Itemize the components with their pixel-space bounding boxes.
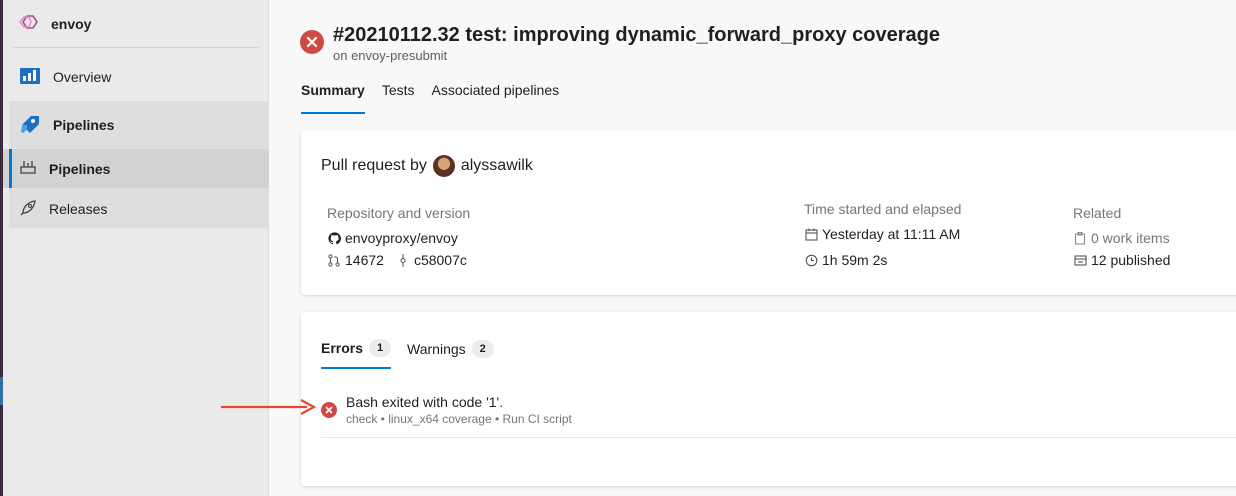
error-message: Bash exited with code '1'.: [346, 394, 504, 410]
published-artifacts-link[interactable]: 12 published: [1091, 252, 1170, 268]
pipeline-subtitle[interactable]: on envoy-presubmit: [333, 48, 447, 63]
project-header[interactable]: envoy: [3, 0, 269, 48]
error-count-badge: 1: [369, 339, 392, 357]
error-list-item[interactable]: Bash exited with code '1'. check • linux…: [321, 394, 1236, 438]
repository-header: Repository and version: [327, 205, 471, 221]
sidebar-item-label: Overview: [53, 69, 112, 85]
repository-name[interactable]: envoyproxy/envoy: [345, 230, 458, 246]
sidebar: envoy Overview Pipelines Pipelines Relea…: [3, 0, 269, 496]
project-name: envoy: [51, 16, 92, 32]
calendar-icon: [804, 227, 818, 241]
work-items-link[interactable]: 0 work items: [1091, 230, 1170, 246]
sidebar-item-pipelines-sub[interactable]: Pipelines: [3, 149, 269, 188]
avatar: [432, 155, 455, 177]
selected-indicator: [9, 149, 12, 188]
run-tabs: Summary Tests Associated pipelines: [301, 82, 576, 114]
pull-request-icon: [327, 253, 341, 267]
rocket-icon: [19, 199, 37, 220]
tab-label: Warnings: [407, 341, 466, 357]
start-time: Yesterday at 11:11 AM: [822, 226, 961, 242]
tab-label: Errors: [321, 340, 364, 356]
tab-summary[interactable]: Summary: [301, 82, 365, 114]
sidebar-item-overview[interactable]: Overview: [3, 58, 269, 96]
pr-prefix: Pull request by: [321, 157, 427, 174]
pr-number[interactable]: 14672: [345, 252, 384, 268]
sidebar-item-label: Pipelines: [53, 117, 115, 133]
sidebar-item-pipelines[interactable]: Pipelines: [3, 101, 269, 149]
annotation-arrow-icon: [219, 397, 319, 417]
clock-icon: [804, 253, 818, 267]
sidebar-item-label: Pipelines: [49, 160, 111, 177]
tab-warnings[interactable]: Warnings 2: [407, 339, 494, 369]
pipelines-icon: [19, 113, 41, 138]
related-section: Related 0 work items 12 published: [1073, 205, 1170, 271]
commit-hash[interactable]: c58007c: [414, 252, 467, 268]
failed-icon: [300, 30, 324, 54]
tab-tests[interactable]: Tests: [382, 82, 415, 114]
sidebar-item-label: Releases: [49, 201, 108, 217]
issue-tabs: Errors 1 Warnings 2: [321, 339, 510, 369]
author-name[interactable]: alyssawilk: [461, 157, 533, 175]
envoy-logo-icon: [19, 12, 41, 37]
main-content: #20210112.32 test: improving dynamic_for…: [270, 0, 1236, 496]
sidebar-divider: [13, 47, 259, 48]
error-context: check • linux_x64 coverage • Run CI scri…: [346, 412, 572, 426]
summary-card: Pull request by alyssawilk Repository an…: [301, 130, 1236, 295]
error-icon: [321, 402, 337, 418]
page-title: #20210112.32 test: improving dynamic_for…: [333, 24, 940, 46]
sidebar-item-releases[interactable]: Releases: [3, 189, 269, 229]
work-item-icon: [1073, 231, 1087, 245]
tab-errors[interactable]: Errors 1: [321, 339, 392, 369]
tab-associated-pipelines[interactable]: Associated pipelines: [432, 82, 560, 114]
github-icon: [327, 231, 341, 245]
repository-section: Repository and version envoyproxy/envoy …: [327, 205, 470, 271]
overview-icon: [19, 66, 41, 89]
time-section: Time started and elapsed Yesterday at 11…: [804, 201, 961, 271]
pipelines-sub-icon: [19, 158, 37, 179]
related-header: Related: [1073, 205, 1122, 221]
time-header: Time started and elapsed: [804, 201, 962, 217]
pull-request-line: Pull request by alyssawilk: [321, 155, 533, 177]
warning-count-badge: 2: [471, 340, 494, 358]
commit-icon: [396, 253, 410, 267]
elapsed-time: 1h 59m 2s: [822, 252, 888, 268]
artifact-icon: [1073, 253, 1087, 267]
issues-card: Errors 1 Warnings 2 Bash exited with cod…: [301, 312, 1236, 486]
